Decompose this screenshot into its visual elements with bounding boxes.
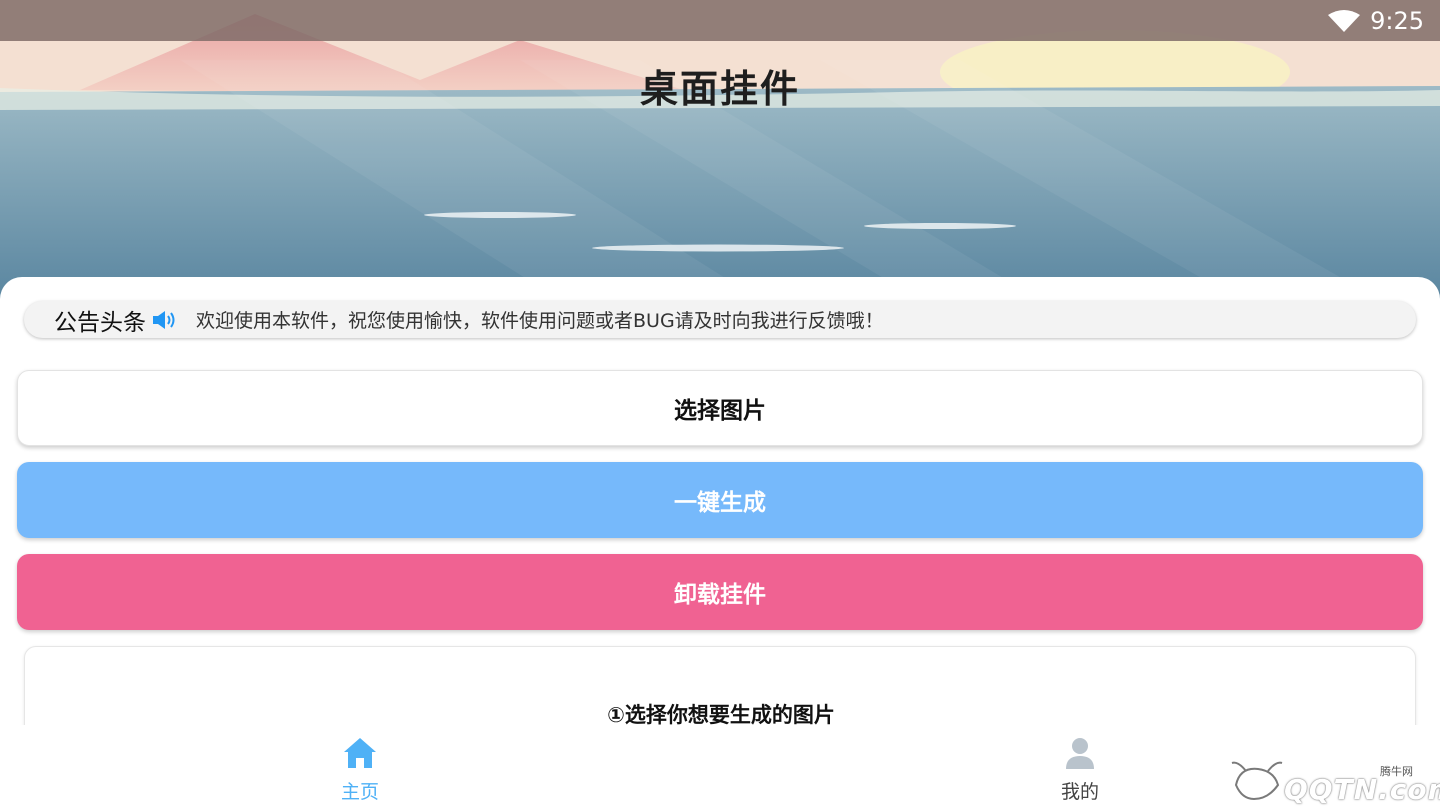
page-title: 桌面挂件 (639, 67, 800, 111)
announcement-text: 欢迎使用本软件，祝您使用愉快，软件使用问题或者BUG请及时向我进行反馈哦！ (196, 310, 884, 332)
bottom-navigation: 主页 我的 (0, 725, 1440, 810)
speaker-icon (153, 310, 175, 329)
announcement-label: 公告头条 (54, 309, 146, 336)
select-image-button[interactable]: 选择图片 (17, 370, 1423, 446)
uninstall-widget-button[interactable]: 卸载挂件 (17, 554, 1423, 630)
generate-button[interactable]: 一键生成 (17, 462, 1423, 538)
watermark-brand: QQTN.com (1284, 773, 1440, 806)
watermark-logo: 腾牛网 QQTN.com (1228, 755, 1440, 806)
ox-logo-icon (1231, 761, 1283, 801)
home-icon (344, 738, 376, 768)
nav-tab-me-label: 我的 (1060, 781, 1099, 803)
lake-scenery-illustration (0, 0, 1440, 300)
clock-time: 9:25 (1370, 6, 1424, 35)
nav-tab-home[interactable]: 主页 (300, 735, 420, 805)
nav-tab-home-label: 主页 (340, 781, 379, 803)
header-background (0, 0, 1440, 300)
announcement-bar: 公告头条 欢迎使用本软件，祝您使用愉快，软件使用问题或者BUG请及时向我进行反馈… (24, 301, 1416, 338)
wifi-icon (1328, 9, 1361, 32)
nav-tab-me[interactable]: 我的 (1020, 735, 1140, 805)
user-icon (1066, 738, 1094, 769)
status-bar: 9:25 (0, 0, 1440, 41)
content-panel: 公告头条 欢迎使用本软件，祝您使用愉快，软件使用问题或者BUG请及时向我进行反馈… (0, 277, 1440, 766)
app-screen: 9:25 桌面挂件 公告头条 欢迎使用本软件，祝您使用愉快，软件使用问题或者BU… (0, 0, 1440, 810)
